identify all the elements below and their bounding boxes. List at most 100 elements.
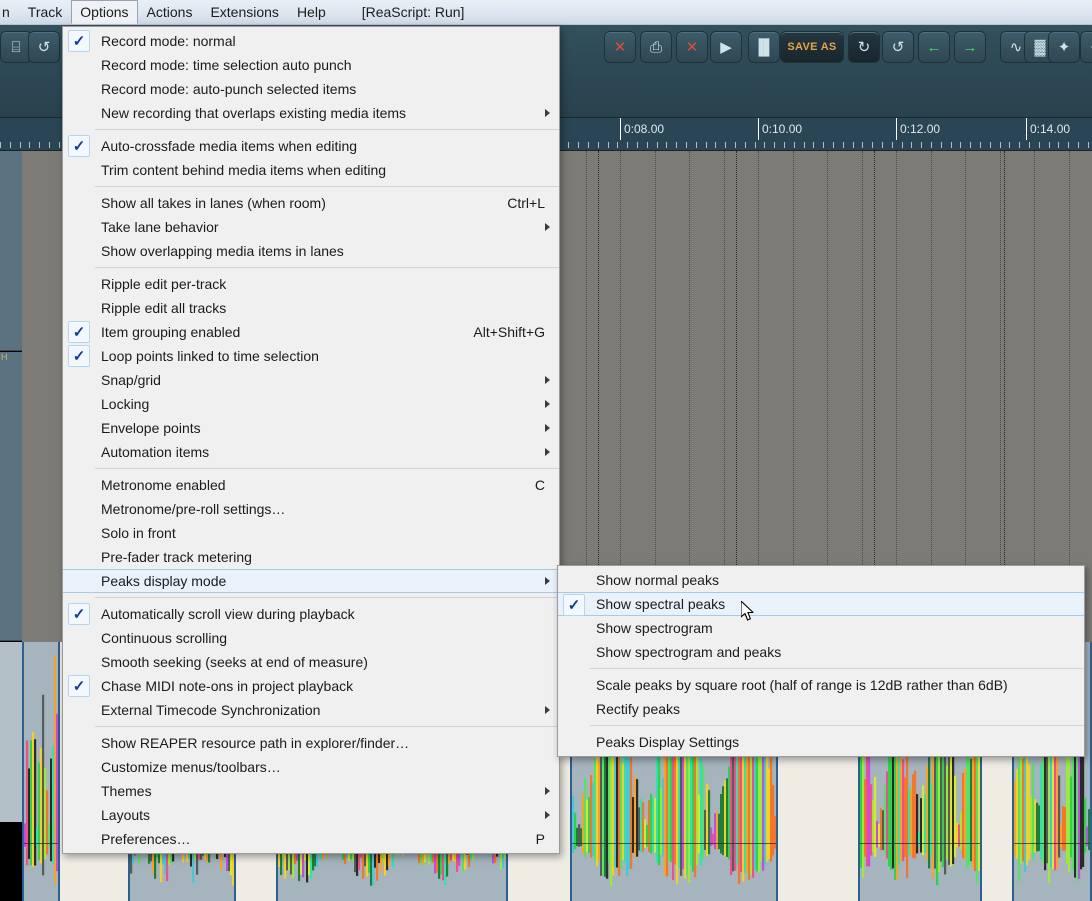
menu-item-peaks-display-settings[interactable]: Peaks Display Settings: [558, 730, 1084, 754]
ruler-minor-tick: [745, 142, 746, 148]
menu-item-layouts[interactable]: Layouts: [63, 803, 559, 827]
menu-item-automation-items[interactable]: Automation items: [63, 440, 559, 464]
menubar-item-n[interactable]: n: [0, 0, 19, 24]
menu-item-label: Metronome/pre-roll settings…: [101, 501, 286, 517]
ruler-minor-tick: [578, 142, 579, 148]
menu-item-show-spectral-peaks[interactable]: ✓ Show spectral peaks: [558, 592, 1084, 616]
menu-item-auto-crossfade-media-items-when-editing[interactable]: ✓ Auto-crossfade media items when editing: [63, 134, 559, 158]
menu-item-ripple-edit-per-track[interactable]: Ripple edit per-track: [63, 272, 559, 296]
menubar-item-track[interactable]: Track: [19, 0, 71, 24]
input-monitor-button[interactable]: ⎙: [640, 31, 672, 63]
menu-item-show-normal-peaks[interactable]: Show normal peaks: [558, 568, 1084, 592]
menu-item-show-spectrogram-and-peaks[interactable]: Show spectrogram and peaks: [558, 640, 1084, 664]
menu-item-smooth-seeking-seeks-at-end-of-measure[interactable]: Smooth seeking (seeks at end of measure): [63, 650, 559, 674]
midi-editor-icon: ⌸: [11, 38, 21, 56]
menu-item-scale-peaks-by-square-root-half-of-range-is-12db[interactable]: Scale peaks by square root (half of rang…: [558, 673, 1084, 697]
clear-all-button[interactable]: ✕: [676, 31, 708, 63]
ruler-minor-tick: [10, 142, 11, 148]
track-control-panel-3[interactable]: [0, 642, 22, 822]
menu-item-show-all-takes-in-lanes-when-room[interactable]: Show all takes in lanes (when room) Ctrl+…: [63, 191, 559, 215]
menu-item-show-reaper-resource-path-in-explorer-finder[interactable]: Show REAPER resource path in explorer/fi…: [63, 731, 559, 755]
waveform-center-line: [572, 843, 776, 844]
media-item[interactable]: [22, 642, 60, 901]
input-monitor-icon: ⎙: [649, 38, 662, 56]
menu-item-record-mode-time-selection-auto-punch[interactable]: Record mode: time selection auto punch: [63, 53, 559, 77]
menu-item-peaks-display-mode[interactable]: Peaks display mode: [63, 569, 559, 593]
loop-button[interactable]: ↻: [848, 31, 880, 63]
menu-item-label: Chase MIDI note-ons in project playback: [101, 678, 354, 694]
menu-item-take-lane-behavior[interactable]: Take lane behavior: [63, 215, 559, 239]
options-menu-dropdown[interactable]: ✓ Record mode: normal Record mode: time se…: [62, 26, 560, 854]
menu-separator: [95, 267, 559, 268]
repeat-playback-button[interactable]: ↺: [882, 31, 914, 63]
menu-item-pre-fader-track-metering[interactable]: Pre-fader track metering: [63, 545, 559, 569]
menu-separator: [95, 129, 559, 130]
ruler-minor-tick: [1000, 142, 1001, 148]
menu-item-loop-points-linked-to-time-selection[interactable]: ✓ Loop points linked to time selection: [63, 344, 559, 368]
peaks-spectral-icon: ▓: [1034, 38, 1046, 56]
ruler-minor-tick: [990, 142, 991, 148]
pause-button[interactable]: ▐▌: [748, 31, 780, 63]
menu-item-automatically-scroll-view-during-playback[interactable]: ✓ Automatically scroll view during playba…: [63, 602, 559, 626]
menu-item-record-mode-auto-punch-selected-items[interactable]: Record mode: auto-punch selected items: [63, 77, 559, 101]
ruler-minor-tick: [608, 142, 609, 148]
menubar-item-reascript-run[interactable]: [ReaScript: Run]: [353, 0, 474, 24]
undo-button[interactable]: ↺: [28, 31, 60, 63]
menu-item-label: Record mode: normal: [101, 33, 236, 49]
submenu-arrow-icon: [545, 376, 550, 384]
menu-item-show-spectrogram[interactable]: Show spectrogram: [558, 616, 1084, 640]
waveform-peaks: [24, 655, 58, 885]
track-control-panel-1[interactable]: [0, 151, 22, 351]
ruler-minor-tick: [39, 142, 40, 148]
menu-item-show-overlapping-media-items-in-lanes[interactable]: Show overlapping media items in lanes: [63, 239, 559, 263]
move-edit-cursor-right-button[interactable]: →: [954, 31, 986, 63]
menu-item-new-recording-that-overlaps-existing-media-items[interactable]: New recording that overlaps existing med…: [63, 101, 559, 125]
menubar-item-extensions[interactable]: Extensions: [201, 0, 287, 24]
track-control-panel-column: H: [0, 151, 22, 901]
menu-item-preferences[interactable]: Preferences… P: [63, 827, 559, 851]
menubar-item-help[interactable]: Help: [288, 0, 335, 24]
menu-item-envelope-points[interactable]: Envelope points: [63, 416, 559, 440]
ruler-minor-tick: [794, 142, 795, 148]
ruler-minor-tick: [764, 142, 765, 148]
save-as-button[interactable]: SAVE AS: [780, 31, 844, 63]
loop-icon: ↻: [857, 38, 871, 56]
menu-item-solo-in-front[interactable]: Solo in front: [63, 521, 559, 545]
pause-icon: ▐▌: [753, 38, 775, 56]
ruler-minor-tick: [1019, 142, 1020, 148]
ruler-minor-tick: [49, 142, 50, 148]
record-arm-clear-button[interactable]: ✕: [604, 31, 636, 63]
waveform-center-line: [24, 843, 58, 844]
menu-item-themes[interactable]: Themes: [63, 779, 559, 803]
play-button[interactable]: ▶: [710, 31, 742, 63]
spectrogram-button[interactable]: ✦: [1048, 31, 1080, 63]
menu-item-metronome-pre-roll-settings[interactable]: Metronome/pre-roll settings…: [63, 497, 559, 521]
ruler-minor-tick: [715, 142, 716, 148]
track-control-panel-2[interactable]: H: [0, 352, 22, 641]
menu-item-item-grouping-enabled[interactable]: ✓ Item grouping enabled Alt+Shift+G: [63, 320, 559, 344]
submenu-arrow-icon: [545, 577, 550, 585]
submenu-arrow-icon: [545, 400, 550, 408]
menu-item-snap-grid[interactable]: Snap/grid: [63, 368, 559, 392]
menu-item-label: Automatically scroll view during playbac…: [101, 606, 355, 622]
menu-item-continuous-scrolling[interactable]: Continuous scrolling: [63, 626, 559, 650]
menu-item-trim-content-behind-media-items-when-editing[interactable]: Trim content behind media items when edi…: [63, 158, 559, 182]
menu-item-label: Customize menus/toolbars…: [101, 759, 281, 775]
move-edit-cursor-right-icon: →: [962, 38, 978, 56]
menu-bar: n Track Options Actions Extensions Help [ReaSc…: [0, 0, 1092, 25]
peaks-display-mode-submenu[interactable]: Show normal peaks ✓ Show spectral peaks Sho…: [557, 565, 1085, 757]
extra-wave-button[interactable]: ∿: [1080, 31, 1092, 63]
menu-item-external-timecode-synchronization[interactable]: External Timecode Synchronization: [63, 698, 559, 722]
menu-item-customize-menus-toolbars[interactable]: Customize menus/toolbars…: [63, 755, 559, 779]
menu-item-chase-midi-note-ons-in-project-playback[interactable]: ✓ Chase MIDI note-ons in project playback: [63, 674, 559, 698]
menu-item-metronome-enabled[interactable]: Metronome enabled C: [63, 473, 559, 497]
menubar-item-options[interactable]: Options: [71, 0, 138, 24]
menu-item-rectify-peaks[interactable]: Rectify peaks: [558, 697, 1084, 721]
menu-item-ripple-edit-all-tracks[interactable]: Ripple edit all tracks: [63, 296, 559, 320]
submenu-arrow-icon: [545, 787, 550, 795]
menubar-item-actions[interactable]: Actions: [138, 0, 202, 24]
ruler-minor-tick: [980, 142, 981, 148]
menu-item-locking[interactable]: Locking: [63, 392, 559, 416]
move-edit-cursor-left-button[interactable]: ←: [918, 31, 950, 63]
menu-item-record-mode-normal[interactable]: ✓ Record mode: normal: [63, 29, 559, 53]
